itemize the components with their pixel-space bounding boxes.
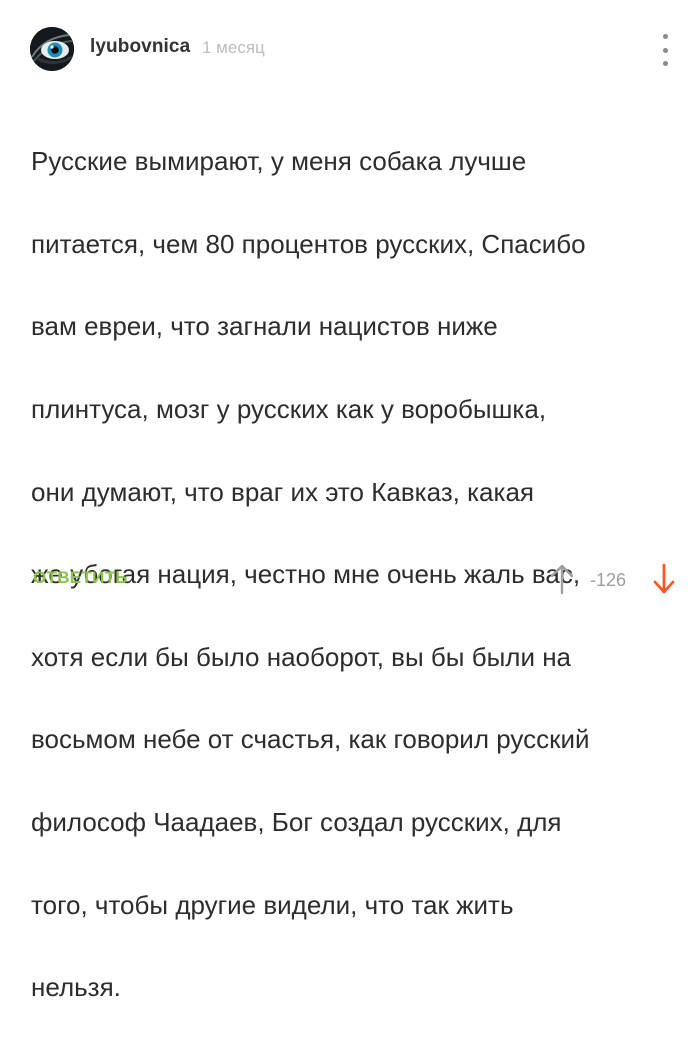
- dot: [662, 34, 668, 39]
- author-name[interactable]: lyubovnica: [90, 36, 190, 58]
- comment-line: нельзя.: [31, 972, 121, 1003]
- comment-line: Русские вымирают, у меня собака лучше: [31, 146, 527, 177]
- arrow-down-icon[interactable]: [652, 563, 676, 595]
- reply-button[interactable]: ОТВЕТИТЬ: [33, 568, 128, 588]
- comment-line: плинтуса, мозг у русских как у воробышка…: [31, 394, 547, 425]
- comment-line: же убогая нация, честно мне очень жаль в…: [31, 559, 581, 590]
- comment-line: вам евреи, что загнали нацистов ниже: [31, 311, 498, 342]
- vertical-dots-icon[interactable]: [655, 32, 675, 68]
- comment-time: 1 месяц: [202, 38, 265, 57]
- comment-line: хотя если бы было наоборот, вы бы были н…: [31, 641, 572, 672]
- comment-text: Русские вымирают, у меня собака лучше пи…: [31, 100, 681, 1050]
- dot: [662, 47, 668, 53]
- avatar-image: [30, 27, 74, 71]
- comment-line: того, чтобы другие видели, что так жить: [31, 889, 514, 920]
- rating-count: -126: [590, 570, 627, 590]
- dot: [662, 61, 668, 66]
- comment: lyubovnica 1 месяц Русские вымирают, у м…: [0, 0, 700, 1002]
- comment-line: они думают, что враг их это Кавказ, кака…: [31, 476, 535, 507]
- avatar[interactable]: [30, 27, 74, 71]
- comment-line: питается, чем 80 процентов русских, Спас…: [31, 228, 586, 259]
- arrow-up-icon[interactable]: [548, 563, 576, 595]
- comment-line: восьмом небе от счастья, как говорил рус…: [31, 724, 590, 755]
- comment-line: философ Чаадаев, Бог создал русских, для: [31, 807, 562, 838]
